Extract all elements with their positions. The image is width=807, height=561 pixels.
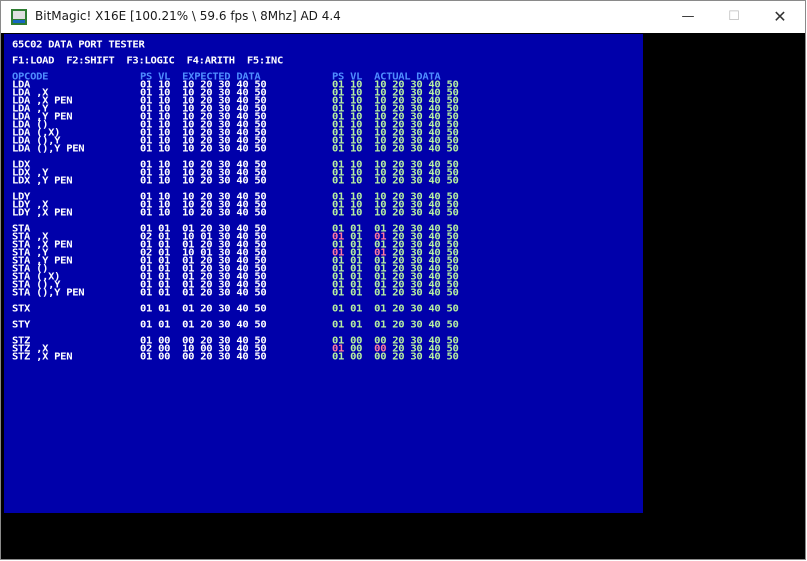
- row-expected: 01 10 10 20 30 40 50: [140, 143, 267, 155]
- row-actual: 01 10 10 20 30 40 50: [332, 143, 459, 155]
- actual-first-byte: 10: [374, 207, 387, 219]
- row-actual: 01 00 00 20 30 40 50: [332, 351, 459, 363]
- actual-first-byte: 01: [374, 319, 387, 331]
- actual-data: 20 30 40 50: [392, 175, 459, 187]
- actual-ps: 01: [332, 207, 345, 219]
- actual-vl: 10: [350, 175, 363, 187]
- close-button[interactable]: ✕: [757, 1, 803, 33]
- actual-first-byte: 10: [374, 175, 387, 187]
- actual-first-byte: 10: [374, 143, 387, 155]
- actual-data: 20 30 40 50: [392, 351, 459, 363]
- row-actual: 01 01 01 20 30 40 50: [332, 303, 459, 315]
- actual-data: 20 30 40 50: [392, 207, 459, 219]
- maximize-icon: ☐: [728, 9, 740, 24]
- row-opcode: STZ ,X PEN: [12, 351, 73, 363]
- emulator-screen[interactable]: 65C02 DATA PORT TESTER F1:LOAD F2:SHIFT …: [4, 34, 643, 513]
- row-actual: 01 10 10 20 30 40 50: [332, 175, 459, 187]
- actual-data: 20 30 40 50: [392, 143, 459, 155]
- app-icon: [11, 9, 27, 25]
- actual-vl: 01: [350, 303, 363, 315]
- row-expected: 01 01 01 20 30 40 50: [140, 287, 267, 299]
- row-expected: 01 01 01 20 30 40 50: [140, 303, 267, 315]
- row-actual: 01 01 01 20 30 40 50: [332, 319, 459, 331]
- actual-ps: 01: [332, 351, 345, 363]
- actual-first-byte: 01: [374, 303, 387, 315]
- actual-first-byte: 00: [374, 351, 387, 363]
- row-opcode: STX: [12, 303, 31, 315]
- minimize-icon: —: [681, 9, 695, 24]
- actual-data: 20 30 40 50: [392, 287, 459, 299]
- row-opcode: STY: [12, 319, 31, 331]
- screen-header: 65C02 DATA PORT TESTER: [12, 39, 145, 51]
- actual-ps: 01: [332, 303, 345, 315]
- actual-ps: 01: [332, 287, 345, 299]
- actual-data: 20 30 40 50: [392, 303, 459, 315]
- row-expected: 01 10 10 20 30 40 50: [140, 175, 267, 187]
- row-expected: 01 10 10 20 30 40 50: [140, 207, 267, 219]
- actual-data: 20 30 40 50: [392, 319, 459, 331]
- actual-ps: 01: [332, 319, 345, 331]
- function-key-menu: F1:LOAD F2:SHIFT F3:LOGIC F4:ARITH F5:IN…: [12, 55, 283, 67]
- actual-vl: 01: [350, 319, 363, 331]
- row-expected: 01 01 01 20 30 40 50: [140, 319, 267, 331]
- emulator-window: BitMagic! X16E [100.21% \ 59.6 fps \ 8Mh…: [0, 0, 806, 560]
- actual-vl: 00: [350, 351, 363, 363]
- close-icon: ✕: [773, 7, 787, 26]
- title-bar[interactable]: BitMagic! X16E [100.21% \ 59.6 fps \ 8Mh…: [1, 1, 805, 33]
- actual-ps: 01: [332, 175, 345, 187]
- minimize-button[interactable]: —: [665, 1, 711, 33]
- emulator-canvas[interactable]: 65C02 DATA PORT TESTER F1:LOAD F2:SHIFT …: [1, 33, 805, 559]
- row-actual: 01 10 10 20 30 40 50: [332, 207, 459, 219]
- row-opcode: LDX ,Y PEN: [12, 175, 73, 187]
- actual-vl: 10: [350, 143, 363, 155]
- window-title: BitMagic! X16E [100.21% \ 59.6 fps \ 8Mh…: [35, 9, 341, 23]
- row-actual: 01 01 01 20 30 40 50: [332, 287, 459, 299]
- row-opcode: LDY ,X PEN: [12, 207, 73, 219]
- actual-first-byte: 01: [374, 287, 387, 299]
- maximize-button[interactable]: ☐: [711, 1, 757, 33]
- row-expected: 01 00 00 20 30 40 50: [140, 351, 267, 363]
- actual-ps: 01: [332, 143, 345, 155]
- row-opcode: LDA (),Y PEN: [12, 143, 85, 155]
- actual-vl: 01: [350, 287, 363, 299]
- actual-vl: 10: [350, 207, 363, 219]
- row-opcode: STA (),Y PEN: [12, 287, 85, 299]
